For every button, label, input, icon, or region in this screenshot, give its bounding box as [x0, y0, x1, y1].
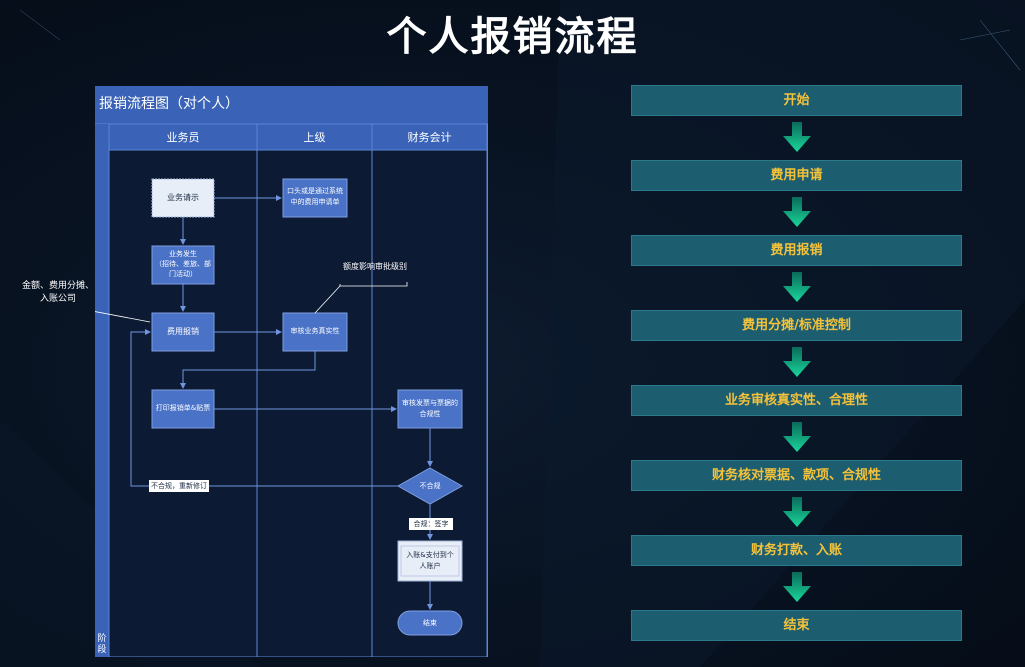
flow-step-payment-entry: 财务打款、入账 — [631, 535, 962, 566]
flow-arrow-icon — [783, 197, 811, 227]
lane-header-supervisor: 上级 — [303, 131, 326, 144]
annotation-amount-level: 额度影响审批级别 — [343, 262, 407, 271]
node-entry-pay-label: 入账&支付到个人账户 — [406, 551, 454, 570]
flow-arrow-icon — [783, 497, 811, 527]
flow-arrow-icon — [783, 422, 811, 452]
page-title: 个人报销流程 — [386, 14, 639, 60]
flow-step-finance-check: 财务核对票据、款项、合规性 — [631, 460, 962, 491]
node-end-label: 结束 — [423, 619, 437, 627]
edge-label-reject: 不合规，重新修订 — [151, 482, 207, 490]
side-note: 金额、费用分摊、入账公司 — [21, 281, 94, 304]
lane-header-salesperson: 业务员 — [166, 131, 200, 144]
flow-step-end: 结束 — [631, 610, 962, 641]
node-non-compliant-label: 不合规 — [419, 482, 441, 490]
flow-arrow-icon — [783, 572, 811, 602]
lane-header-accountant: 财务会计 — [407, 131, 452, 144]
flow-step-expense-apply: 费用申请 — [631, 160, 962, 191]
flow-step-start: 开始 — [631, 85, 962, 116]
node-review-invoice-label: 审核发票与票据的合规性 — [402, 399, 458, 418]
node-expense-claim-label: 费用报销 — [167, 327, 199, 336]
node-oral-or-system-label: 口头或是通过系统中的费用申请单 — [287, 187, 343, 206]
flow-step-cost-allocation: 费用分摊/标准控制 — [631, 310, 962, 341]
flow-arrow-icon — [783, 122, 811, 152]
node-business-request-label: 业务请示 — [167, 193, 199, 202]
flow-arrow-icon — [783, 272, 811, 302]
node-review-real-label: 审核业务真实性 — [290, 327, 340, 335]
edge-label-approve: 合规：签字 — [413, 520, 449, 528]
flow-step-expense-claim: 费用报销 — [631, 235, 962, 266]
swimlane-diagram: 报销流程图（对个人） 业务员 上级 财务会计 阶段 业务请示 业务发生 （招待、… — [95, 86, 488, 657]
node-print-attach-label: 打印报销单&贴票 — [155, 404, 211, 412]
node-business-occur-label: 业务发生 （招待、差旅、部门活动） — [155, 250, 211, 278]
flow-arrow-icon — [783, 347, 811, 377]
flow-step-business-review: 业务审核真实性、合理性 — [631, 385, 962, 416]
diagram-title: 报销流程图（对个人） — [99, 96, 239, 112]
phase-label: 阶段 — [97, 634, 107, 655]
